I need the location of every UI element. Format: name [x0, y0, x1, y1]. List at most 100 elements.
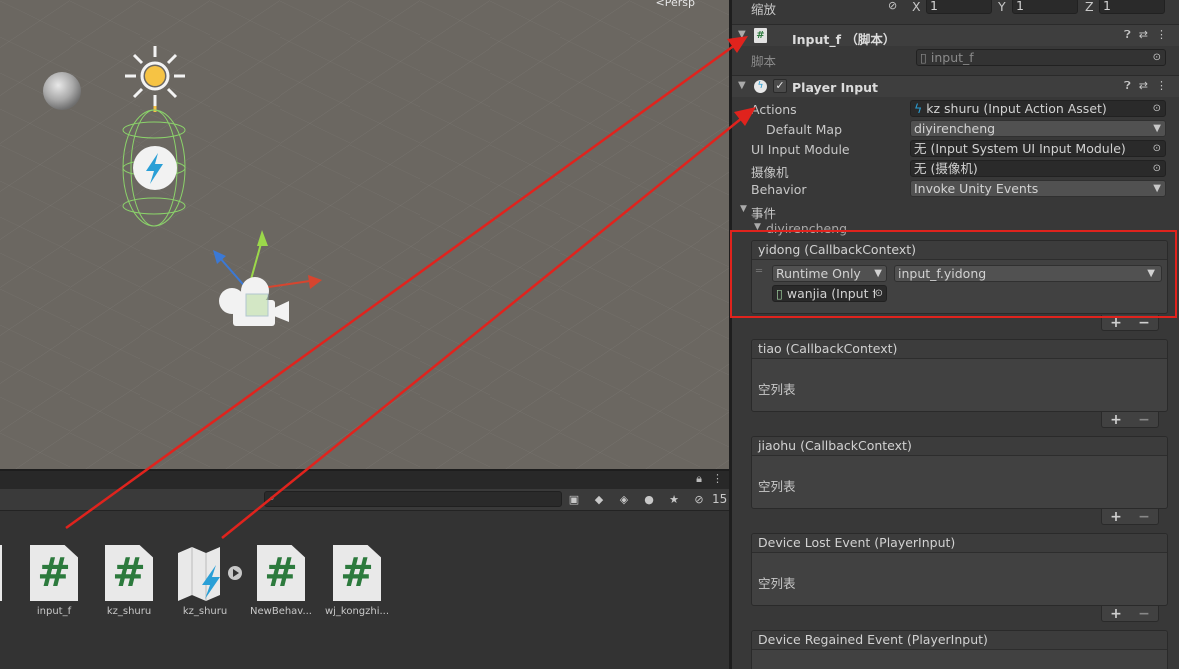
hidden-count: 15 [712, 492, 728, 506]
add-listener-button[interactable]: + [1110, 606, 1122, 622]
component-title: Player Input [792, 80, 879, 95]
runtime-mode-dropdown[interactable]: Runtime Only ▼ [772, 265, 887, 282]
script-file-icon: ▯ [776, 286, 783, 301]
chevron-down-icon: ▼ [874, 268, 882, 279]
chevron-down-icon: ▼ [1147, 268, 1155, 279]
asset-grid: # input_f # kz_shuru kz_shuru # NewBehav… [0, 543, 729, 633]
input-f-component-header[interactable]: ▼ # Input_f （脚本） ❓︎ ⇄ ⋮ [732, 24, 1179, 47]
yidong-event: yidong (CallbackContext) ═ Runtime Only … [751, 240, 1168, 314]
log-type-icon[interactable]: ● [641, 491, 657, 507]
scale-row: 缩放 ⊘ X 1 Y 1 Z 1 [732, 0, 1179, 17]
csharp-script-icon: # [105, 545, 153, 601]
function-dropdown[interactable]: input_f.yidong ▼ [894, 265, 1162, 282]
remove-listener-button[interactable]: − [1138, 606, 1150, 622]
object-picker-icon[interactable]: ⊙ [1153, 141, 1161, 156]
component-menu-icon[interactable]: ⋮ [1156, 79, 1167, 93]
ui-input-module-row: UI Input Module 无 (Input System UI Input… [732, 139, 1179, 159]
player-input-icon [133, 146, 177, 190]
presets-icon[interactable]: ⇄ [1139, 28, 1148, 42]
scale-y-field[interactable]: 1 [1012, 0, 1078, 14]
more-options-icon[interactable]: ⋮ [712, 472, 723, 486]
lock-icon[interactable]: 🔒︎ [696, 472, 702, 486]
jiaohu-event: jiaohu (CallbackContext) 空列表 [751, 436, 1168, 509]
component-menu-icon[interactable]: ⋮ [1156, 28, 1167, 42]
default-map-row: Default Map diyirencheng ▼ [732, 119, 1179, 139]
constrain-proportions-icon[interactable]: ⊘ [888, 0, 897, 12]
object-picker-icon[interactable]: ⊙ [1153, 50, 1161, 65]
player-input-icon: ϟ [754, 80, 767, 93]
actions-field[interactable]: ϟ kz shuru (Input Action Asset) ⊙ [910, 100, 1166, 117]
add-listener-button[interactable]: + [1110, 509, 1122, 525]
tiao-add-remove: + − [1101, 412, 1159, 428]
default-map-dropdown[interactable]: diyirencheng ▼ [910, 120, 1166, 137]
remove-listener-button[interactable]: − [1138, 412, 1150, 428]
component-title: Input_f （脚本） [792, 32, 896, 47]
add-listener-button[interactable]: + [1110, 315, 1122, 331]
empty-list-text: 空列表 [758, 576, 796, 591]
event-title: Device Lost Event (PlayerInput) [752, 534, 1167, 553]
jiaohu-add-remove: + − [1101, 509, 1159, 525]
behavior-label: Behavior [751, 182, 807, 197]
favorite-star-icon[interactable]: ★ [666, 491, 682, 507]
scale-y: Y 1 [998, 0, 1078, 14]
sphere-object-icon [43, 72, 81, 110]
csharp-script-icon: # [333, 545, 381, 601]
component-enabled-checkbox[interactable]: ✓ [773, 79, 787, 93]
scale-x-field[interactable]: 1 [926, 0, 992, 14]
project-tab-bar: 🔒︎ ⋮ [0, 469, 729, 489]
input-actions-icon [178, 547, 242, 601]
tiao-event: tiao (CallbackContext) 空列表 [751, 339, 1168, 412]
script-label: 脚本 [751, 54, 777, 69]
object-picker-icon[interactable]: ⊙ [874, 286, 883, 301]
asset-label: wj_kongzhi... [324, 606, 390, 617]
scene-view[interactable]: <Persp [0, 0, 729, 469]
scene-gizmos [43, 46, 322, 326]
foldout-arrow-icon[interactable]: ▼ [738, 29, 746, 40]
foldout-arrow-icon[interactable]: ▼ [740, 204, 747, 214]
add-listener-button[interactable]: + [1110, 412, 1122, 428]
remove-listener-button[interactable]: − [1138, 315, 1150, 331]
scale-z-field[interactable]: 1 [1099, 0, 1165, 14]
player-input-component-header[interactable]: ▼ ϟ ✓ Player Input ❓︎ ⇄ ⋮ [732, 75, 1179, 97]
filter-by-label-icon[interactable]: ◈ [616, 491, 632, 507]
action-map-foldout[interactable]: ▼ diyirencheng [732, 218, 1179, 238]
object-picker-icon[interactable]: ⊙ [1153, 101, 1161, 116]
hidden-packages-icon[interactable]: ⊘ [691, 491, 707, 507]
drag-handle-icon[interactable]: ═ [756, 266, 762, 277]
presets-icon[interactable]: ⇄ [1139, 79, 1148, 93]
empty-list-text: 空列表 [758, 479, 796, 494]
csharp-script-icon: # [754, 28, 767, 43]
chevron-down-icon: ▼ [1153, 183, 1161, 194]
remove-listener-button[interactable]: − [1138, 509, 1150, 525]
scale-x: X 1 [912, 0, 992, 14]
device-regained-event: Device Regained Event (PlayerInput) [751, 630, 1168, 669]
behavior-dropdown[interactable]: Invoke Unity Events ▼ [910, 180, 1166, 197]
help-icon[interactable]: ❓︎ [1124, 79, 1131, 93]
search-by-type-icon[interactable]: ▣ [566, 491, 582, 507]
csharp-script-icon: # [257, 545, 305, 601]
scale-label: 缩放 [751, 2, 777, 17]
script-field[interactable]: ▯ input_f ⊙ [916, 49, 1166, 66]
actions-row: Actions ϟ kz shuru (Input Action Asset) … [732, 99, 1179, 119]
target-object-field[interactable]: ▯ wanjia (Input f ⊙ [772, 285, 887, 302]
event-title: jiaohu (CallbackContext) [752, 437, 1167, 456]
action-map-label: diyirencheng [766, 221, 848, 236]
script-row: 脚本 ▯ input_f ⊙ [732, 48, 1179, 69]
ui-input-module-field[interactable]: 无 (Input System UI Input Module) ⊙ [910, 140, 1166, 157]
actions-label: Actions [751, 102, 797, 117]
foldout-arrow-icon[interactable]: ▼ [738, 80, 746, 91]
empty-list-text: 空列表 [758, 382, 796, 397]
light-icon [125, 46, 185, 112]
chevron-down-icon: ▼ [1153, 123, 1161, 134]
foldout-arrow-icon[interactable]: ▼ [754, 222, 761, 232]
project-search-input[interactable]: ⌕ [264, 491, 562, 507]
events-foldout[interactable]: ▼ 事件 [732, 200, 1179, 221]
help-icon[interactable]: ❓︎ [1124, 28, 1131, 42]
filter-by-type-icon[interactable]: ◆ [591, 491, 607, 507]
behavior-row: Behavior Invoke Unity Events ▼ [732, 179, 1179, 199]
script-file-icon: ▯ [920, 50, 927, 65]
object-picker-icon[interactable]: ⊙ [1153, 161, 1161, 176]
asset-label: kz_shuru [106, 606, 152, 617]
input-actions-asset-icon: ϟ [914, 101, 923, 116]
camera-field[interactable]: 无 (摄像机) ⊙ [910, 160, 1166, 177]
